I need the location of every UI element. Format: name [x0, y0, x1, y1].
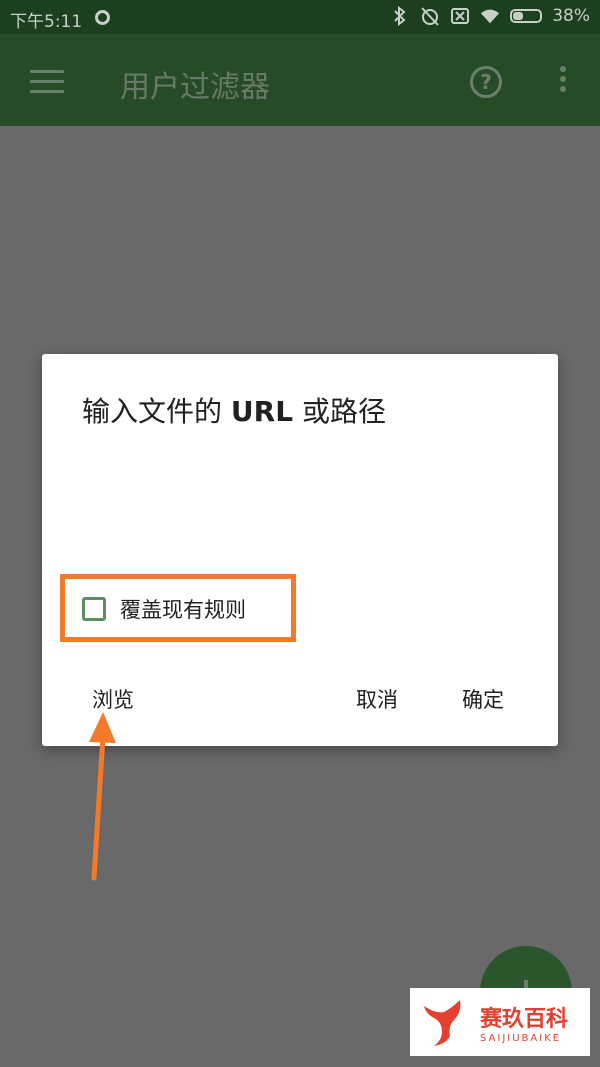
watermark-en: SAIJIUBAIKE [480, 1032, 562, 1044]
status-bar: 下午5:11 38% [0, 0, 600, 34]
battery-percent: 38% [552, 6, 590, 26]
status-time: 下午5:11 [10, 12, 83, 32]
app-bar: 用户过滤器 ? [0, 34, 600, 126]
watermark-cn: 赛玖百科 [480, 1006, 569, 1032]
url-input-dialog: 输入文件的 URL 或路径 覆盖现有规则 浏览 取消 确定 [42, 354, 558, 746]
status-icons: 38% [390, 5, 590, 27]
sim-off-icon [450, 5, 470, 27]
ring-icon [95, 10, 110, 25]
alarm-off-icon [420, 5, 440, 27]
help-icon[interactable]: ? [470, 66, 502, 98]
overwrite-rules-label[interactable]: 覆盖现有规则 [120, 594, 246, 624]
dialog-title: 输入文件的 URL 或路径 [82, 390, 386, 430]
cancel-button[interactable]: 取消 [356, 684, 398, 714]
whale-tail-logo [424, 1000, 461, 1046]
ok-button[interactable]: 确定 [462, 684, 504, 714]
more-vert-icon[interactable] [558, 66, 568, 96]
app-title: 用户过滤器 [120, 70, 270, 105]
battery-icon [510, 9, 543, 23]
overwrite-rules-checkbox[interactable] [82, 597, 106, 621]
bluetooth-icon [390, 5, 410, 27]
dialog-title-prefix: 输入文件的 [82, 395, 231, 428]
dialog-title-url: URL [230, 395, 294, 428]
watermark: 赛玖百科 SAIJIUBAIKE [410, 988, 590, 1056]
dialog-title-suffix: 或路径 [293, 395, 386, 428]
screen: 下午5:11 38% 用户过滤器 ? 输入文件的 URL 或路径 覆盖现有规则 … [0, 0, 600, 1067]
arrow-annotation [89, 712, 116, 881]
wifi-icon [480, 5, 500, 27]
menu-icon[interactable] [30, 70, 64, 93]
overwrite-rules-option[interactable]: 覆盖现有规则 [82, 594, 246, 624]
